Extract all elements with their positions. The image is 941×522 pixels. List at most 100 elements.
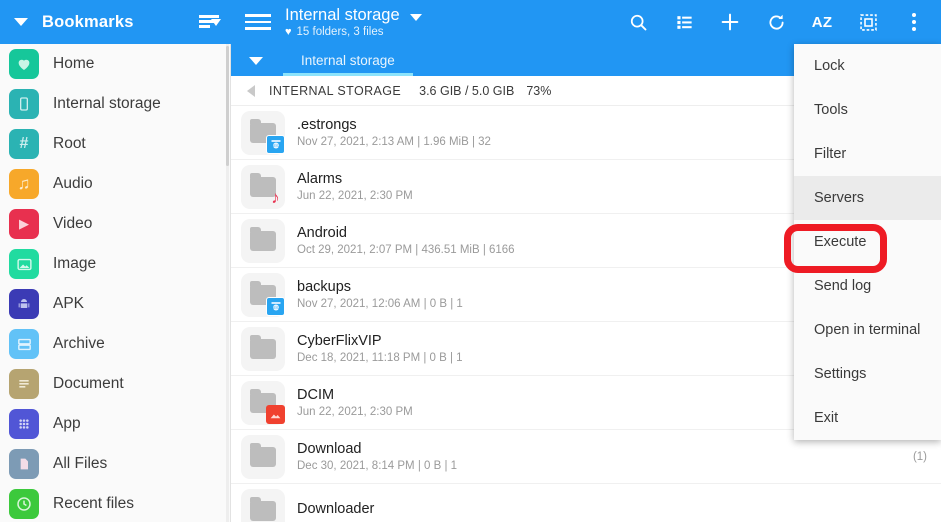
bookmarks-sidebar: Bookmarks Home Internal storage # Root ♫… [0, 0, 231, 522]
image-badge-icon [266, 404, 285, 424]
app-bar-title-block[interactable]: Internal storage ♥ 15 folders, 3 files [285, 6, 615, 38]
menu-item-label: Send log [814, 278, 872, 294]
menu-item-execute[interactable]: Execute [794, 220, 941, 264]
menu-item-lock[interactable]: Lock [794, 44, 941, 88]
es-badge-icon: ES [266, 296, 285, 316]
view-list-icon[interactable] [661, 0, 707, 44]
sidebar-item-image[interactable]: Image [0, 244, 231, 284]
heart-icon [9, 49, 39, 79]
sidebar-item-label: Audio [53, 175, 93, 192]
sidebar-item-video[interactable]: ▶ Video [0, 204, 231, 244]
sidebar-item-label: Root [53, 135, 86, 152]
play-icon: ▶ [9, 209, 39, 239]
folder-icon [241, 434, 285, 479]
svg-text:ES: ES [273, 143, 279, 148]
breadcrumb-path[interactable]: INTERNAL STORAGE [269, 84, 401, 98]
file-texts: Download Dec 30, 2021, 8:14 PM | 0 B | 1 [297, 441, 913, 472]
file-name: Downloader [297, 501, 375, 517]
select-all-icon[interactable] [845, 0, 891, 44]
file-count: (1) [912, 450, 927, 463]
sidebar-item-label: Home [53, 55, 95, 72]
file-name: Download [297, 441, 362, 457]
file-texts: Downloader [297, 501, 927, 520]
menu-item-label: Execute [814, 234, 867, 250]
menu-item-label: Lock [814, 58, 845, 74]
sort-az-label: AZ [811, 13, 833, 31]
caret-down-icon[interactable] [409, 14, 422, 21]
sidebar-item-label: Internal storage [53, 95, 161, 112]
folder-stats: 15 folders, 3 files [296, 26, 384, 38]
sidebar-item-root[interactable]: # Root [0, 124, 231, 164]
folder-icon: ES [241, 272, 285, 317]
hash-icon: # [9, 129, 39, 159]
table-row[interactable]: Downloader [231, 484, 941, 522]
file-icon [9, 449, 39, 479]
sidebar-item-label: Recent files [53, 495, 134, 512]
sidebar-item-recent-files[interactable]: Recent files [0, 484, 231, 522]
back-triangle-icon[interactable] [247, 84, 255, 97]
menu-item-exit[interactable]: Exit [794, 396, 941, 440]
folder-icon: ♪ [241, 164, 285, 209]
title-row: Internal storage [285, 6, 615, 25]
sidebar-item-label: Document [53, 375, 124, 392]
menu-item-settings[interactable]: Settings [794, 352, 941, 396]
storage-size: 3.6 GIB / 5.0 GIB [419, 83, 515, 98]
sidebar-item-label: Archive [53, 335, 105, 352]
overflow-menu: Lock Tools Filter Servers Execute Send l… [784, 44, 941, 440]
menu-item-label: Filter [814, 146, 847, 162]
file-meta: Dec 30, 2021, 8:14 PM | 0 B | 1 [297, 460, 458, 472]
sidebar-item-label: Video [53, 215, 93, 232]
heart-icon: ♥ [285, 25, 292, 38]
refresh-icon[interactable] [753, 0, 799, 44]
sidebar-header: Bookmarks [0, 0, 231, 44]
menu-item-label: Tools [814, 102, 848, 118]
hamburger-icon[interactable] [245, 13, 271, 31]
grid-apps-icon [9, 409, 39, 439]
es-badge-icon: ES [266, 134, 285, 154]
menu-item-open-in-terminal[interactable]: Open in terminal [794, 308, 941, 352]
subtitle-row: ♥ 15 folders, 3 files [285, 26, 615, 38]
sidebar-item-app[interactable]: App [0, 404, 231, 444]
menu-item-label: Open in terminal [814, 322, 921, 338]
sidebar-item-label: Image [53, 255, 97, 272]
menu-item-send-log[interactable]: Send log [794, 264, 941, 308]
tab-active-indicator [283, 73, 413, 76]
sidebar-item-internal-storage[interactable]: Internal storage [0, 84, 231, 124]
sidebar-scrollbar-thumb[interactable] [226, 46, 229, 166]
sidebar-item-apk[interactable]: APK [0, 284, 231, 324]
folder-icon: ES [241, 110, 285, 155]
sidebar-item-label: All Files [53, 455, 108, 472]
music-note-icon: ♫ [9, 169, 39, 199]
archive-icon [9, 329, 39, 359]
phone-icon [9, 89, 39, 119]
menu-item-tools[interactable]: Tools [794, 88, 941, 132]
search-icon[interactable] [615, 0, 661, 44]
tab-label: Internal storage [301, 52, 395, 68]
folder-icon [241, 488, 285, 522]
sort-filter-icon[interactable] [199, 13, 221, 31]
sidebar-item-all-files[interactable]: All Files [0, 444, 231, 484]
menu-item-label: Exit [814, 410, 839, 426]
caret-down-icon[interactable] [249, 57, 263, 65]
clock-icon [9, 489, 39, 519]
folder-icon [241, 380, 285, 425]
sidebar-item-label: App [53, 415, 81, 432]
folder-icon [241, 218, 285, 263]
music-note-badge-icon: ♪ [271, 188, 280, 207]
sidebar-item-archive[interactable]: Archive [0, 324, 231, 364]
sort-az-icon[interactable]: AZ [799, 0, 845, 44]
caret-down-icon[interactable] [14, 18, 28, 26]
menu-item-filter[interactable]: Filter [794, 132, 941, 176]
overflow-menu-icon[interactable] [891, 0, 937, 44]
add-icon[interactable] [707, 0, 753, 44]
svg-text:ES: ES [273, 305, 279, 310]
sidebar-item-document[interactable]: Document [0, 364, 231, 404]
picture-icon [9, 249, 39, 279]
app-bar: Internal storage ♥ 15 folders, 3 files A… [231, 0, 941, 44]
tab-internal-storage[interactable]: Internal storage [283, 44, 413, 76]
menu-item-servers[interactable]: Servers [794, 176, 941, 220]
folder-icon [241, 326, 285, 371]
sidebar-item-audio[interactable]: ♫ Audio [0, 164, 231, 204]
sidebar-item-home[interactable]: Home [0, 44, 231, 84]
sidebar-item-label: APK [53, 295, 85, 312]
